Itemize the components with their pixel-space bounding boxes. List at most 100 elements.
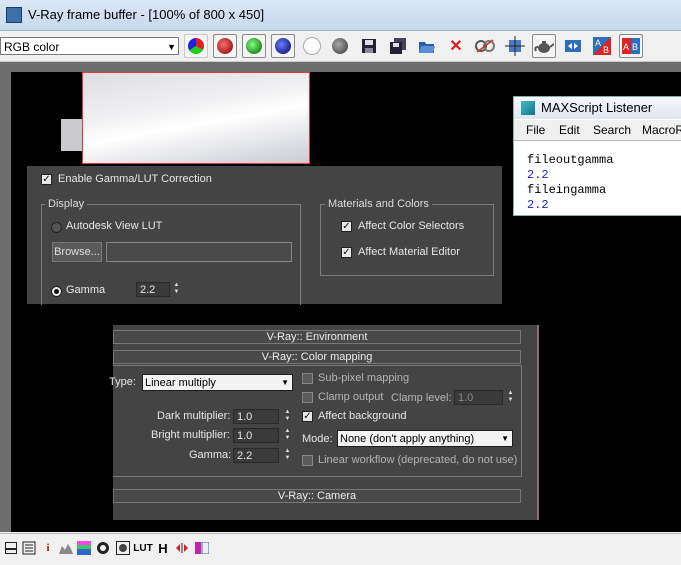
red-channel-icon [217, 38, 233, 54]
lut-button[interactable]: LUT [133, 541, 153, 555]
clamp-level-field[interactable]: 1.0 [454, 390, 503, 405]
region-render-icon [505, 36, 525, 56]
icc-button[interactable] [195, 541, 209, 555]
clamp-level-spinner[interactable]: ▲ ▼ [506, 390, 515, 405]
color-correction-icon [97, 542, 109, 554]
clear-image-button[interactable]: ✕ [444, 34, 468, 58]
levels-icon [59, 544, 73, 554]
channel-select-value: RGB color [4, 40, 60, 54]
vray-render-settings-panel: V-Ray:: Environment V-Ray:: Color mappin… [109, 325, 539, 520]
dark-multiplier-spinner[interactable]: ▲ ▼ [283, 409, 292, 424]
type-label: Type: [109, 376, 136, 388]
pixel-info-button[interactable] [22, 541, 36, 555]
lut-icon: LUT [133, 542, 153, 554]
track-mouse-button[interactable] [473, 34, 497, 58]
autodesk-lut-label: Autodesk View LUT [66, 220, 163, 232]
gamma-label: Gamma [66, 284, 106, 296]
info-button[interactable]: i [41, 541, 55, 555]
gamma-label: Gamma: [189, 449, 232, 461]
green-channel-button[interactable] [242, 34, 266, 58]
menu-edit[interactable]: Edit [559, 123, 580, 137]
red-channel-button[interactable] [213, 34, 237, 58]
affect-color-selectors-label: Affect Color Selectors [358, 220, 465, 232]
alpha-channel-button[interactable] [300, 34, 324, 58]
display-group-label: Display [45, 198, 88, 210]
color-mapping-gamma-field[interactable]: 2.2 [233, 448, 279, 463]
save-multiple-button[interactable] [386, 34, 410, 58]
title-bar: V-Ray frame buffer - [100% of 800 x 450] [0, 0, 681, 31]
spinner-down-icon: ▼ [284, 435, 291, 441]
menu-file[interactable]: File [526, 123, 545, 137]
mode-label: Mode: [302, 433, 333, 445]
history-button[interactable] [4, 541, 18, 555]
affect-color-selectors-checkbox[interactable]: ✓ [341, 221, 352, 232]
histogram-button[interactable]: H [156, 541, 170, 556]
blue-channel-button[interactable] [271, 34, 295, 58]
link-vfb-button[interactable] [561, 34, 585, 58]
save-button[interactable] [357, 34, 381, 58]
load-icon [419, 42, 435, 53]
curves-button[interactable] [77, 541, 91, 555]
enable-gamma-checkbox[interactable]: ✓ [41, 174, 52, 185]
teapot-icon [534, 41, 554, 53]
flip-button[interactable] [175, 541, 189, 555]
listener-line: 2.2 [527, 198, 549, 212]
materials-colors-group-label: Materials and Colors [325, 198, 432, 210]
affect-background-checkbox[interactable]: ✓ [302, 411, 313, 422]
gamma-radio[interactable] [51, 286, 62, 297]
browse-button[interactable]: Browse... [52, 242, 102, 262]
type-select[interactable]: Linear multiply ▼ [142, 374, 293, 391]
listener-title-bar: MAXScript Listener [514, 97, 681, 119]
alpha-channel-icon [303, 37, 321, 55]
clamp-level-label: Clamp level: [391, 392, 452, 404]
type-select-value: Linear multiply [145, 377, 216, 389]
gamma-spinner-field[interactable]: 2.2 [136, 282, 170, 297]
curves-icon [77, 541, 91, 555]
levels-button[interactable] [59, 541, 73, 555]
listener-line: fileoutgamma [527, 153, 614, 167]
camera-rollout[interactable]: V-Ray:: Camera [113, 489, 521, 503]
lens-effects-icon [116, 541, 130, 555]
bright-multiplier-field[interactable]: 1.0 [233, 428, 279, 443]
bright-multiplier-spinner[interactable]: ▲ ▼ [283, 428, 292, 443]
lut-path-field[interactable] [106, 242, 292, 262]
region-render-button[interactable] [503, 34, 527, 58]
color-correction-button[interactable] [96, 541, 110, 555]
clamp-output-checkbox[interactable] [302, 392, 313, 403]
dark-multiplier-label: Dark multiplier: [157, 410, 231, 422]
rgb-channels-icon [188, 38, 204, 54]
track-mouse-icon [475, 39, 495, 53]
lens-effects-button[interactable] [116, 541, 130, 555]
vfb-toolbar: RGB color ▼ ✕ AB AB [0, 31, 681, 62]
gamma-spinner-arrows[interactable]: ▲ ▼ [172, 282, 181, 297]
render-last-button[interactable] [532, 34, 556, 58]
menu-search[interactable]: Search [593, 123, 631, 137]
environment-rollout[interactable]: V-Ray:: Environment [113, 330, 521, 344]
affect-material-editor-checkbox[interactable]: ✓ [341, 247, 352, 258]
clamp-output-label: Clamp output [318, 391, 384, 403]
spinner-up-icon: ▲ [507, 390, 514, 396]
compare-ab-horizontal-button[interactable]: AB [590, 34, 614, 58]
dark-multiplier-field[interactable]: 1.0 [233, 409, 279, 424]
menu-macrorecorder[interactable]: MacroR [642, 123, 681, 137]
affect-background-label: Affect background [318, 410, 407, 422]
color-mapping-rollout[interactable]: V-Ray:: Color mapping [113, 350, 521, 364]
clear-icon: ✕ [449, 38, 463, 55]
load-button[interactable] [415, 34, 439, 58]
info-icon: i [46, 542, 50, 554]
rgb-channels-button[interactable] [184, 34, 208, 58]
compare-ab-vertical-button[interactable]: AB [619, 34, 643, 58]
mode-select[interactable]: None (don't apply anything) ▼ [337, 430, 513, 447]
affect-material-editor-label: Affect Material Editor [358, 246, 460, 258]
maxscript-listener-window: MAXScript Listener File Edit Search Macr… [513, 96, 681, 216]
color-mapping-gamma-spinner[interactable]: ▲ ▼ [283, 448, 292, 463]
bright-multiplier-label: Bright multiplier: [151, 429, 230, 441]
linear-workflow-checkbox[interactable] [302, 455, 313, 466]
sub-pixel-mapping-checkbox[interactable] [302, 373, 313, 384]
save-icon [362, 39, 376, 53]
radio-dot-icon [54, 289, 59, 294]
channel-select[interactable]: RGB color ▼ [0, 37, 179, 55]
monochrome-button[interactable] [328, 34, 352, 58]
green-channel-icon [246, 38, 262, 54]
autodesk-lut-radio[interactable] [51, 222, 62, 233]
